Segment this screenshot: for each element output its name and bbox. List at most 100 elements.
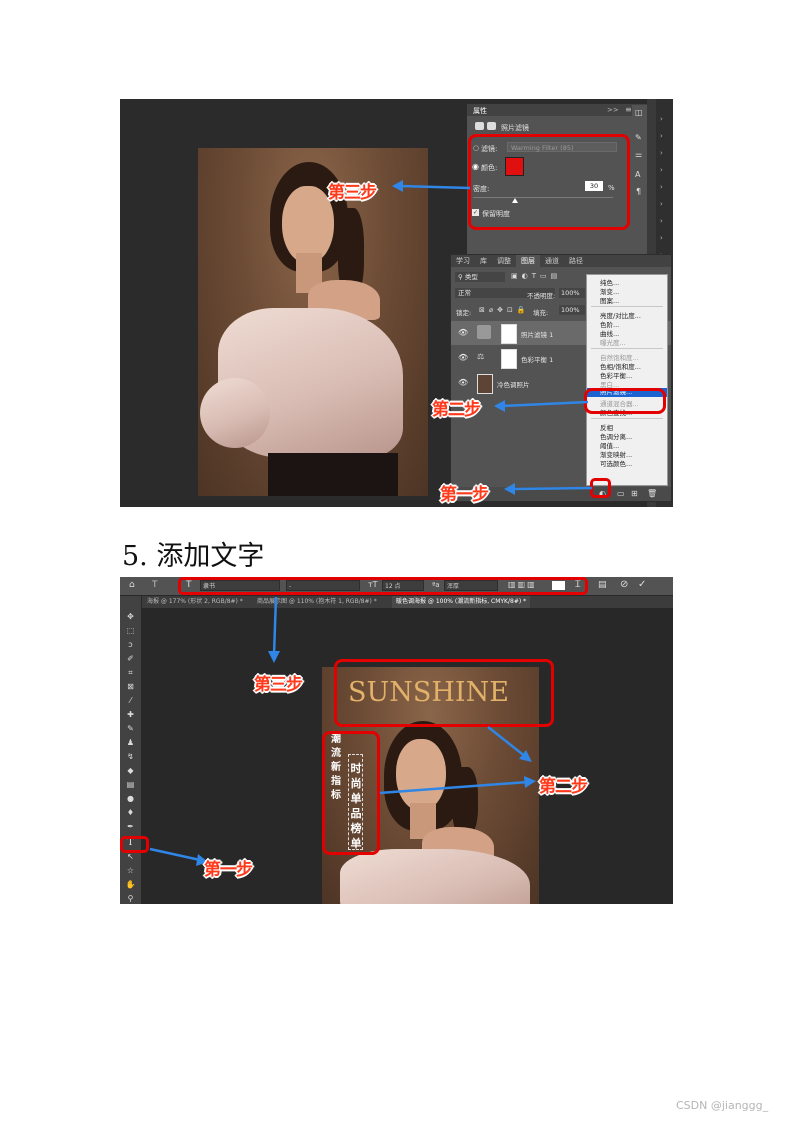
gradient-tool-icon[interactable]: ▤	[124, 780, 137, 790]
zoom-tool-icon[interactable]: ⚲	[124, 894, 137, 904]
eraser-tool-icon[interactable]: ◆	[124, 766, 137, 776]
cancel-icon[interactable]: ⊘	[620, 579, 628, 590]
portrait-photo	[198, 148, 428, 496]
tab-library[interactable]: 库	[475, 255, 492, 267]
highlight-photo-filter-item	[584, 388, 666, 414]
stamp-tool-icon[interactable]: ♟	[124, 738, 137, 748]
new-layer-icon[interactable]: ⊞	[631, 489, 638, 498]
tools-panel: ✥ ⬚ ↄ ✐ ⌗ ⊠ ⁄ ✚ ✎ ♟ ↯ ◆ ▤ ● ♦ ✒ T ↖ ☆ ✋ …	[120, 596, 141, 904]
lock-icons[interactable]: ⊠⌀✥⊡🔒	[479, 306, 530, 314]
photoshop-screenshot-photo-filter: ›››››››››››››››››››››› 属性 >> ≡ 照片滤镜 ○ 滤镜…	[120, 99, 673, 507]
doc-tab[interactable]: 海报 @ 177% (形状 2, RGB/8#) *	[147, 596, 243, 608]
step2-label: 第二步	[539, 777, 588, 797]
eye-icon[interactable]: 👁	[458, 353, 468, 362]
layer-mask-thumb	[501, 324, 517, 344]
arrow-step1	[149, 847, 208, 866]
healing-brush-icon[interactable]: ✚	[124, 710, 137, 720]
highlight-type-tool	[120, 836, 149, 853]
layer-mask-thumb	[501, 349, 517, 369]
path-select-icon[interactable]: ↖	[124, 852, 137, 862]
menu-item[interactable]: 可选颜色...	[600, 458, 632, 468]
search-icon: ⚲	[458, 273, 465, 281]
brush-tool-icon[interactable]: ✎	[124, 724, 137, 734]
character-icon[interactable]: A	[635, 170, 640, 179]
text-tool-preset-icon[interactable]: T	[152, 580, 158, 590]
menu-divider	[591, 348, 663, 349]
fill-label: 填充:	[533, 309, 549, 317]
panels-icon[interactable]: ▤	[598, 580, 607, 590]
balance-icon: ⚖	[477, 352, 485, 361]
panel-menu-icon[interactable]: ≡	[625, 105, 632, 114]
adjustment-icon	[475, 122, 484, 130]
arrow-step2b	[379, 776, 536, 795]
paragraph-icon[interactable]: ¶	[636, 187, 641, 196]
step3-label: 第三步	[254, 675, 303, 695]
white-blouse	[340, 849, 530, 904]
group-icon[interactable]: ▭	[617, 489, 625, 498]
step2-label: 第二步	[432, 400, 481, 420]
history-brush-icon[interactable]: ↯	[124, 752, 137, 762]
step1-label: 第一步	[440, 485, 489, 505]
menu-item[interactable]: 曝光度...	[600, 337, 626, 347]
blouse-sleeve	[200, 378, 270, 448]
tab-learn[interactable]: 学习	[451, 255, 475, 267]
tab-paths[interactable]: 路径	[564, 255, 588, 267]
layers-tabbar: 学习库调整 图层 通道 路径	[451, 255, 671, 267]
mask-icon	[487, 122, 496, 130]
tab-adjust[interactable]: 调整	[492, 255, 516, 267]
highlight-options-bar	[178, 577, 588, 595]
csdn-watermark: CSDN @jianggg_	[676, 1099, 769, 1112]
layer-name: 照片滤镜 1	[521, 331, 554, 339]
fill-input[interactable]: 100%	[559, 305, 585, 315]
highlight-properties	[468, 134, 630, 230]
opacity-label: 不透明度:	[527, 292, 556, 300]
trash-icon[interactable]: 🗑	[647, 489, 657, 498]
arrow-step3	[268, 596, 280, 663]
dock-icon-1[interactable]: ◫	[635, 108, 643, 117]
lock-label: 锁定:	[456, 309, 472, 317]
hand-tool-icon[interactable]: ✋	[124, 880, 137, 890]
tab-channels[interactable]: 通道	[540, 255, 564, 267]
quick-select-icon[interactable]: ✐	[124, 654, 137, 664]
pen-tool-icon[interactable]: ✒	[124, 822, 137, 832]
arrow-step3	[392, 180, 471, 192]
eyedropper-icon[interactable]: ⁄	[124, 696, 137, 706]
arrow-step2a	[487, 726, 532, 762]
properties-panel-header: 属性 >> ≡	[467, 104, 647, 116]
eye-icon[interactable]: 👁	[458, 328, 468, 337]
home-icon[interactable]: ⌂	[129, 580, 135, 590]
crop-tool-icon[interactable]: ⌗	[124, 668, 137, 678]
properties-subtitle: 照片滤镜	[501, 124, 529, 132]
frame-tool-icon[interactable]: ⊠	[124, 682, 137, 692]
marquee-tool-icon[interactable]: ⬚	[124, 626, 137, 636]
black-skirt	[268, 453, 398, 496]
mini-dock: ◫ ✎ ⚌ A ¶	[632, 105, 647, 200]
adjustment-layer-menu: 纯色... 渐变... 图案... 亮度/对比度... 色阶... 曲线... …	[586, 274, 668, 486]
sliders-icon[interactable]: ⚌	[635, 150, 642, 159]
panel-collapse-button[interactable]: >>	[607, 106, 619, 114]
dodge-tool-icon[interactable]: ♦	[124, 808, 137, 818]
section-heading: 5. 添加文字	[122, 541, 265, 572]
layer-name: 冷色调照片	[497, 381, 530, 389]
doc-tab-active[interactable]: 暖色调海报 @ 100% (潮流新指标, CMYK/8#) *	[392, 596, 531, 608]
shape-tool-icon[interactable]: ☆	[124, 866, 137, 876]
photo-layer-thumb	[477, 374, 493, 394]
layer-name: 色彩平衡 1	[521, 356, 554, 364]
step1-label: 第一步	[204, 860, 253, 880]
eye-icon[interactable]: 👁	[458, 378, 468, 387]
tab-layers[interactable]: 图层	[516, 255, 540, 267]
arrow-step1	[504, 483, 593, 495]
layer-filter-select[interactable]: ⚲ 类型	[455, 272, 505, 282]
brush-icon[interactable]: ✎	[635, 133, 642, 142]
layer-filter-kind: 类型	[464, 273, 478, 281]
layer-filter-icons[interactable]: ▣◐T▭▤	[511, 272, 561, 280]
arrow-step2	[494, 400, 589, 412]
opacity-input[interactable]: 100%	[559, 288, 585, 298]
commit-check-icon[interactable]: ✓	[638, 579, 646, 590]
move-tool-icon[interactable]: ✥	[124, 612, 137, 622]
properties-title: 属性	[473, 107, 487, 115]
menu-item[interactable]: 图案...	[600, 295, 619, 305]
blur-tool-icon[interactable]: ●	[124, 794, 137, 804]
step3-label: 第三步	[328, 183, 377, 203]
lasso-tool-icon[interactable]: ↄ	[124, 640, 137, 650]
